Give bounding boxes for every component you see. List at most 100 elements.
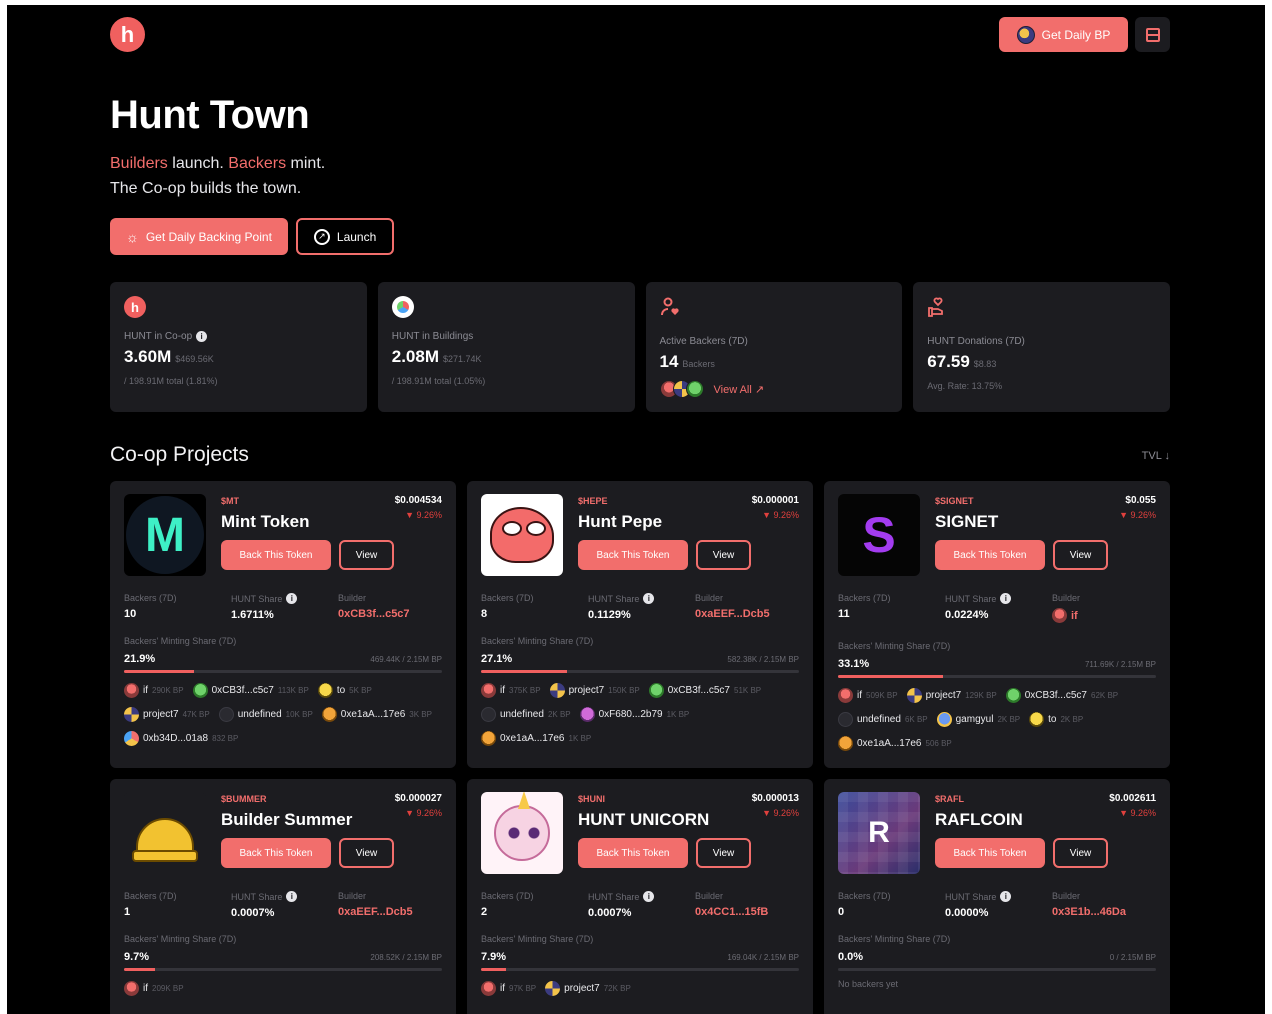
backer-chip[interactable]: project7 129K BP [906, 687, 997, 704]
backer-chip[interactable]: gamgyul 2K BP [936, 711, 1020, 728]
meta-label-backers: Backers (7D) [124, 891, 177, 901]
backer-chip[interactable]: if 509K BP [838, 687, 898, 704]
builder-link[interactable]: 0xaEEF...Dcb5 [695, 608, 799, 620]
info-icon[interactable]: i [286, 593, 298, 604]
stat-card-hunt-in-coop: h HUNT in Co-op i 3.60M $469.56K / 198.9… [110, 282, 367, 412]
project-ticker: $SIGNET [935, 496, 974, 506]
backer-chip[interactable]: 0xCB3f...c5c7 62K BP [1005, 687, 1118, 704]
back-this-token-button[interactable]: Back This Token [578, 540, 688, 570]
back-this-token-button[interactable]: Back This Token [578, 838, 688, 868]
backer-chip[interactable]: undefined 6K BP [838, 711, 928, 728]
minting-share-total: 582.38K / 2.15M BP [727, 655, 799, 664]
stat-value-usd: $8.83 [973, 359, 997, 369]
minting-share-bar [481, 670, 799, 673]
minting-share-total: 711.69K / 2.15M BP [1084, 660, 1156, 669]
backer-chip[interactable]: if 290K BP [124, 682, 184, 699]
sort-toggle[interactable]: TVL ↓ [1142, 450, 1170, 462]
backer-chip[interactable]: undefined 10K BP [218, 706, 313, 723]
backer-chip[interactable]: if 97K BP [481, 980, 536, 997]
info-icon[interactable]: i [1000, 593, 1012, 604]
backer-name: undefined [857, 714, 901, 725]
back-this-token-button[interactable]: Back This Token [221, 540, 331, 570]
back-this-token-button[interactable]: Back This Token [935, 838, 1045, 868]
builder-link[interactable]: 0xCB3f...c5c7 [338, 608, 442, 620]
meta-label-backers: Backers (7D) [838, 891, 891, 901]
backer-chip[interactable]: 0xe1aA...17e6 1K BP [481, 730, 591, 747]
meta-label-builder: Builder [1052, 891, 1081, 901]
minting-share-total: 208.52K / 2.15M BP [370, 953, 442, 962]
project-card-mint-token[interactable]: M $MT Mint Token $0.004534 ▼ 9.26% Back … [110, 481, 456, 768]
view-button[interactable]: View [696, 838, 751, 868]
minting-share-row: 27.1% 582.38K / 2.15M BP [481, 653, 799, 665]
backer-chip[interactable]: if 375K BP [481, 682, 541, 699]
backer-chip[interactable]: project7 47K BP [124, 706, 210, 723]
builder-link[interactable]: 0x4CC1...15fB [695, 906, 799, 918]
project-card-hunt-pepe[interactable]: $HEPE Hunt Pepe $0.000001 ▼ 9.26% Back T… [467, 481, 813, 768]
minting-share-bar-fill [481, 968, 507, 971]
minting-share-percent: 7.9% [481, 951, 507, 963]
backer-bp: 1K BP [568, 734, 592, 743]
get-daily-bp-button[interactable]: Get Daily BP [999, 17, 1128, 52]
no-backers-message: No backers yet [838, 979, 899, 989]
builder-link[interactable]: if [1052, 608, 1156, 623]
view-button[interactable]: View [1053, 540, 1108, 570]
builder-link[interactable]: 0x3E1b...46Da [1052, 906, 1156, 918]
backer-chip[interactable]: project7 150K BP [549, 682, 640, 699]
back-this-token-button[interactable]: Back This Token [935, 540, 1045, 570]
meta-label-backers: Backers (7D) [481, 891, 534, 901]
meta-label-builder: Builder [338, 891, 367, 901]
menu-button[interactable] [1135, 17, 1170, 52]
backer-chip[interactable]: to 2K BP [1029, 711, 1083, 728]
info-icon[interactable]: i [1000, 891, 1012, 902]
builder-link[interactable]: 0xaEEF...Dcb5 [338, 906, 442, 918]
backer-chip[interactable]: to 5K BP [317, 682, 372, 699]
view-button[interactable]: View [339, 838, 394, 868]
backer-chip[interactable]: 0xF680...2b79 1K BP [579, 706, 689, 723]
backer-chip[interactable]: 0xe1aA...17e6 3K BP [321, 706, 432, 723]
backer-chip[interactable]: if 209K BP [124, 980, 184, 997]
builder-name: if [1071, 609, 1078, 622]
project-card-signet[interactable]: S $SIGNET SIGNET $0.055 ▼ 9.26% Back Thi… [824, 481, 1170, 768]
backer-name: if [143, 983, 148, 994]
project-card-raflcoin[interactable]: R $RAFL RAFLCOIN $0.002611 ▼ 9.26% Back … [824, 779, 1170, 1014]
backer-chip[interactable]: 0xCB3f...c5c7 113K BP [192, 682, 309, 699]
backer-list: if 290K BP 0xCB3f...c5c7 113K BP to 5K BP proj… [124, 682, 446, 747]
view-all-link[interactable]: View All ↗ [714, 383, 765, 396]
backer-chip[interactable]: undefined 2K BP [481, 706, 571, 723]
info-icon[interactable]: i [286, 891, 298, 902]
backer-bp: 375K BP [509, 686, 541, 695]
meta-label-text: HUNT Share [588, 593, 640, 604]
backer-chip[interactable]: 0xb34D...01a8 832 BP [124, 730, 238, 747]
project-name: Builder Summer [221, 810, 353, 829]
info-icon[interactable]: i [196, 331, 208, 342]
project-card-hunt-unicorn[interactable]: $HUNI HUNT UNICORN $0.000013 ▼ 9.26% Bac… [467, 779, 813, 1014]
view-button[interactable]: View [339, 540, 394, 570]
active-backers-avatars: View All ↗ [659, 380, 889, 398]
card-actions: Back This Token View [935, 540, 1108, 570]
minting-share-percent: 27.1% [481, 653, 513, 665]
view-button[interactable]: View [1053, 838, 1108, 868]
back-this-token-button[interactable]: Back This Token [221, 838, 331, 868]
launch-label: Launch [336, 229, 377, 244]
hunt-logo[interactable]: h [110, 17, 145, 52]
tagline: Builders launch. Backers mint. The Co-op… [110, 151, 325, 201]
stat-label-text: HUNT in Co-op [124, 331, 193, 342]
backer-chip[interactable]: 0xe1aA...17e6 506 BP [838, 735, 952, 752]
info-icon[interactable]: i [643, 593, 655, 604]
view-button[interactable]: View [696, 540, 751, 570]
get-daily-backing-point-button[interactable]: ☼ Get Daily Backing Point [110, 218, 288, 255]
project-price: $0.004534 [394, 495, 442, 506]
backer-chip[interactable]: project7 72K BP [545, 980, 631, 997]
hand-heart-icon [928, 297, 944, 317]
backer-avatar [124, 981, 139, 996]
stat-value: 14 Backers [660, 352, 889, 372]
project-card-builder-summer[interactable]: $BUMMER Builder Summer $0.000027 ▼ 9.26%… [110, 779, 456, 1014]
launch-button[interactable]: ↗ Launch [295, 218, 395, 255]
minting-share-row: 33.1% 711.69K / 2.15M BP [838, 658, 1156, 670]
minting-share-total: 169.04K / 2.15M BP [727, 953, 799, 962]
project-price: $0.000001 [751, 495, 799, 506]
backer-avatar [481, 707, 496, 722]
backer-bp: 290K BP [152, 686, 184, 695]
info-icon[interactable]: i [643, 891, 655, 902]
backer-chip[interactable]: 0xCB3f...c5c7 51K BP [648, 682, 761, 699]
